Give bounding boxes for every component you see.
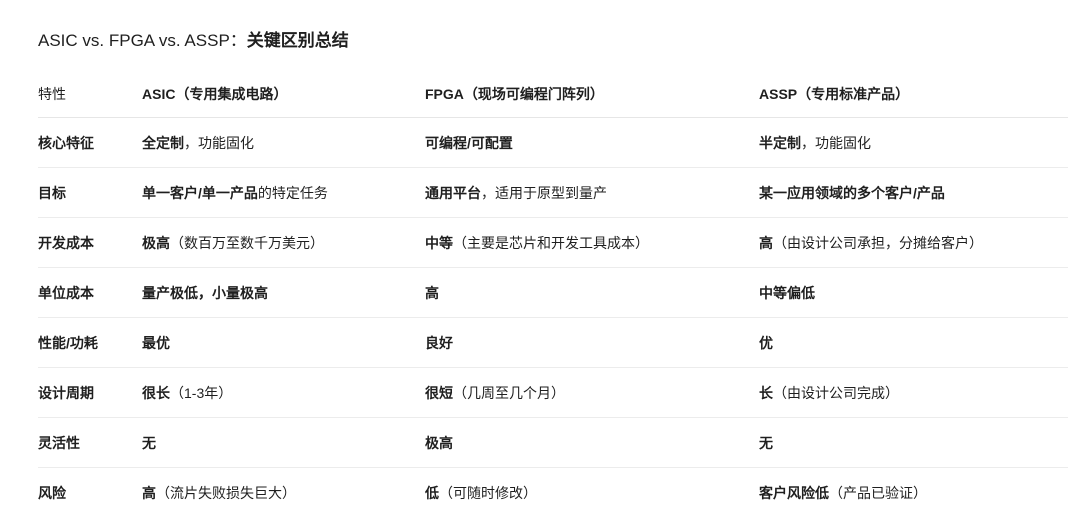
header-fpga: FPGA（现场可编程门阵列）: [425, 70, 759, 118]
cell-emphasis: 通用平台: [425, 184, 481, 201]
table-row: 灵活性 无 极高 无: [38, 417, 1068, 468]
document-page: ASIC vs. FPGA vs. ASSP：关键区别总结 特性 ASIC（专用…: [0, 0, 1068, 525]
cell-detail: （产品已验证）: [829, 484, 927, 501]
cell-assp: 半定制，功能固化: [759, 117, 1068, 168]
table-row: 目标 单一客户/单一产品的特定任务 通用平台，适用于原型到量产 某一应用领域的多…: [38, 167, 1068, 218]
cell-asic: 最优: [142, 317, 425, 368]
cell-emphasis: 单一客户/单一产品: [142, 184, 258, 201]
cell-emphasis: 无: [142, 434, 156, 451]
title-emphasis: 关键区别总结: [246, 31, 349, 50]
page-title: ASIC vs. FPGA vs. ASSP：关键区别总结: [38, 30, 349, 52]
cell-detail: （主要是芯片和开发工具成本）: [453, 234, 649, 251]
cell-asic: 全定制，功能固化: [142, 117, 425, 168]
cell-assp: 某一应用领域的多个客户/产品: [759, 167, 1068, 218]
cell-emphasis: 中等: [425, 234, 453, 251]
row-attribute: 性能/功耗: [38, 317, 142, 368]
cell-emphasis: 高: [759, 234, 773, 251]
header-assp: ASSP（专用标准产品）: [759, 70, 1068, 118]
table-row: 开发成本 极高（数百万至数千万美元） 中等（主要是芯片和开发工具成本） 高（由设…: [38, 217, 1068, 268]
row-attribute: 目标: [38, 167, 142, 218]
row-attribute: 风险: [38, 484, 66, 501]
cell-asic: 无: [142, 417, 425, 468]
header-attribute: 特性: [38, 70, 142, 118]
cell-emphasis: 良好: [425, 334, 453, 351]
cell-asic: 量产极低，小量极高: [142, 267, 425, 318]
cell-detail: ，适用于原型到量产: [481, 184, 607, 201]
cell-asic: 单一客户/单一产品的特定任务: [142, 167, 425, 218]
cell-emphasis: 高: [425, 284, 439, 301]
table-row: 风险 高（流片失败损失巨大） 低（可随时修改） 客户风险低（产品已验证）: [38, 468, 1068, 518]
comparison-table: 特性 ASIC（专用集成电路） FPGA（现场可编程门阵列） ASSP（专用标准…: [38, 70, 1068, 517]
cell-assp: 客户风险低（产品已验证）: [759, 468, 1068, 518]
table-body: 核心特征 全定制，功能固化 可编程/可配置 半定制，功能固化 目标 单一客户/单…: [38, 117, 1068, 518]
table-row: 核心特征 全定制，功能固化 可编程/可配置 半定制，功能固化: [38, 117, 1068, 168]
cell-fpga: 低（可随时修改）: [425, 468, 759, 518]
cell-emphasis: 低: [425, 484, 439, 501]
table-row: 性能/功耗 最优 良好 优: [38, 317, 1068, 368]
cell-detail: （流片失败损失巨大）: [156, 484, 296, 501]
cell-emphasis: 中等偏低: [759, 284, 815, 301]
cell-emphasis: 极高: [425, 434, 453, 451]
cell-emphasis: 全定制: [142, 134, 184, 151]
cell-detail: （几周至几个月）: [453, 384, 565, 401]
cell-emphasis: 客户风险低: [759, 484, 829, 501]
cell-assp: 高（由设计公司承担，分摊给客户）: [759, 217, 1068, 268]
cell-fpga: 可编程/可配置: [425, 117, 759, 168]
table-row: 单位成本 量产极低，小量极高 高 中等偏低: [38, 267, 1068, 318]
cell-emphasis: 某一应用领域的多个客户/产品: [759, 184, 945, 201]
table-row: 设计周期 很长（1-3年） 很短（几周至几个月） 长（由设计公司完成）: [38, 367, 1068, 418]
cell-assp: 优: [759, 317, 1068, 368]
cell-asic: 很长（1-3年）: [142, 367, 425, 418]
cell-emphasis: 很短: [425, 384, 453, 401]
cell-emphasis: 可编程/可配置: [425, 134, 513, 151]
cell-fpga: 中等（主要是芯片和开发工具成本）: [425, 217, 759, 268]
cell-fpga: 很短（几周至几个月）: [425, 367, 759, 418]
row-attribute: 核心特征: [38, 117, 142, 168]
cell-assp: 中等偏低: [759, 267, 1068, 318]
cell-fpga: 良好: [425, 317, 759, 368]
row-attribute: 单位成本: [38, 267, 142, 318]
cell-detail: （可随时修改）: [439, 484, 537, 501]
cell-assp: 长（由设计公司完成）: [759, 367, 1068, 418]
header-row: 特性 ASIC（专用集成电路） FPGA（现场可编程门阵列） ASSP（专用标准…: [38, 70, 1068, 118]
row-attribute: 开发成本: [38, 217, 142, 268]
cell-detail: ，功能固化: [184, 134, 254, 151]
cell-emphasis: 优: [759, 334, 773, 351]
table-header: 特性 ASIC（专用集成电路） FPGA（现场可编程门阵列） ASSP（专用标准…: [38, 70, 1068, 118]
cell-emphasis: 高: [142, 484, 156, 501]
cell-detail: ，功能固化: [801, 134, 871, 151]
cell-fpga: 高: [425, 267, 759, 318]
cell-emphasis: 长: [759, 384, 773, 401]
cell-detail: （1-3年）: [170, 384, 233, 401]
cell-emphasis: 量产极低，小量极高: [142, 284, 268, 301]
cell-emphasis: 最优: [142, 334, 170, 351]
row-attribute: 设计周期: [38, 367, 142, 418]
cell-assp: 无: [759, 417, 1068, 468]
title-prefix: ASIC vs. FPGA vs. ASSP：: [38, 31, 247, 50]
cell-emphasis: 极高: [142, 234, 170, 251]
cell-fpga: 极高: [425, 417, 759, 468]
header-asic: ASIC（专用集成电路）: [142, 70, 425, 118]
cell-detail: （数百万至数千万美元）: [170, 234, 324, 251]
cell-detail: 的特定任务: [257, 184, 328, 201]
cell-detail: （由设计公司承担，分摊给客户）: [773, 234, 983, 251]
cell-detail: （由设计公司完成）: [773, 384, 899, 401]
cell-asic: 高（流片失败损失巨大）: [142, 468, 425, 518]
cell-asic: 极高（数百万至数千万美元）: [142, 217, 425, 268]
cell-fpga: 通用平台，适用于原型到量产: [425, 167, 759, 218]
row-attribute: 灵活性: [38, 417, 142, 468]
cell-emphasis: 无: [759, 434, 773, 451]
cell-emphasis: 很长: [142, 384, 170, 401]
cell-emphasis: 半定制: [759, 134, 801, 151]
